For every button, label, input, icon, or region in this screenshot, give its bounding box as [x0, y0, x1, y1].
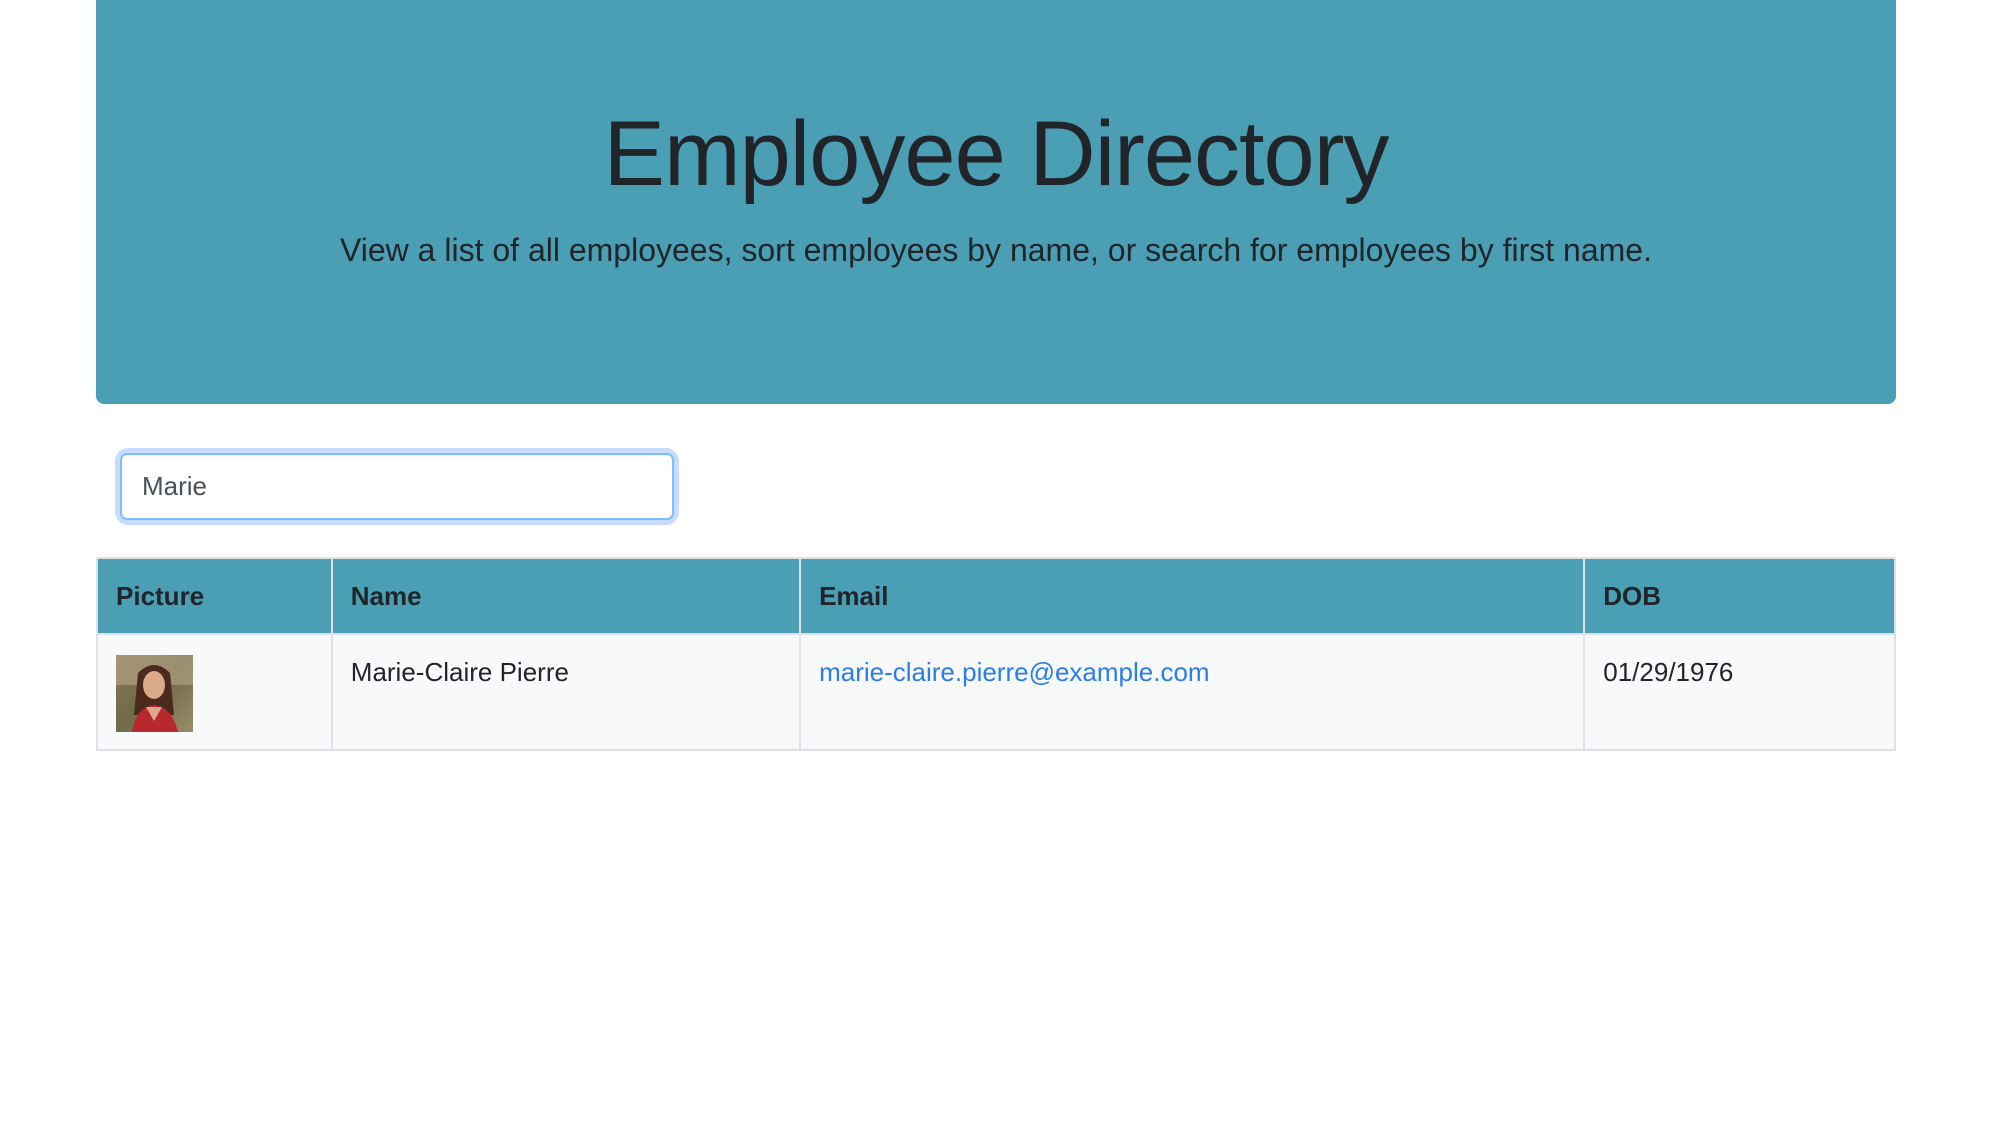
column-header-dob: DOB	[1583, 557, 1896, 635]
page-subtitle: View a list of all employees, sort emplo…	[340, 232, 1652, 268]
page-title: Employee Directory	[603, 103, 1390, 205]
page-container: Employee Directory View a list of all em…	[96, 0, 1896, 751]
header-banner: Employee Directory View a list of all em…	[96, 0, 1896, 404]
cell-name: Marie-Claire Pierre	[330, 633, 802, 751]
search-input[interactable]	[120, 453, 674, 520]
employee-table: Picture Name Email DOB Marie-Claire Pier…	[96, 557, 1896, 751]
email-link[interactable]: marie-claire.pierre@example.com	[819, 657, 1210, 687]
table-header: Picture Name Email DOB	[96, 557, 1896, 635]
header-row: Picture Name Email DOB	[96, 557, 1896, 635]
column-header-name[interactable]: Name	[330, 557, 802, 635]
table-row: Marie-Claire Pierre marie-claire.pierre@…	[96, 633, 1896, 751]
column-header-email: Email	[799, 557, 1586, 635]
employee-photo	[116, 655, 193, 732]
table-body: Marie-Claire Pierre marie-claire.pierre@…	[96, 633, 1896, 751]
cell-picture	[96, 633, 333, 751]
column-header-picture: Picture	[96, 557, 333, 635]
search-field-wrapper	[120, 453, 674, 520]
cell-dob: 01/29/1976	[1583, 633, 1896, 751]
cell-email: marie-claire.pierre@example.com	[799, 633, 1586, 751]
